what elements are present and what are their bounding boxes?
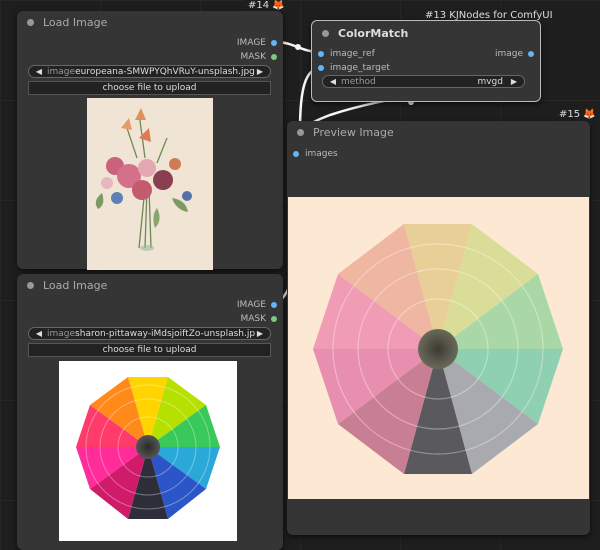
input-images[interactable]: images bbox=[293, 149, 338, 159]
combo-value: sharon-pittaway-iMdsjoiftZo-unsplash.jpg bbox=[75, 328, 255, 339]
input-label: image_target bbox=[330, 63, 390, 73]
collapse-dot-icon[interactable] bbox=[27, 18, 34, 26]
output-image[interactable]: image bbox=[495, 49, 534, 59]
arrow-left-icon[interactable]: ◀ bbox=[34, 329, 44, 338]
collapse-dot-icon[interactable] bbox=[322, 29, 329, 37]
colormatch-node[interactable]: ColorMatch image_ref image_target image … bbox=[311, 20, 541, 102]
node-header[interactable]: Load Image bbox=[17, 11, 283, 33]
input-image-ref[interactable]: image_ref bbox=[318, 49, 375, 59]
collapse-dot-icon[interactable] bbox=[297, 128, 304, 136]
output-socket[interactable] bbox=[271, 302, 277, 308]
image-combo[interactable]: ◀ image sharon-pittaway-iMdsjoiftZo-unsp… bbox=[28, 327, 271, 340]
node-header[interactable]: ColorMatch bbox=[312, 21, 540, 45]
node-header[interactable]: Load Image bbox=[17, 274, 283, 296]
arrow-right-icon[interactable]: ▶ bbox=[255, 67, 265, 76]
input-socket[interactable] bbox=[318, 51, 324, 57]
load-image-node-1[interactable]: Load Image IMAGE MASK ◀ image europeana-… bbox=[17, 11, 283, 270]
method-combo[interactable]: ◀ method mvgd ▶ bbox=[322, 75, 525, 88]
image-preview bbox=[59, 361, 237, 541]
combo-label: image bbox=[47, 66, 76, 77]
collapse-dot-icon[interactable] bbox=[27, 281, 34, 289]
node-id-badge: #15 🦊 bbox=[555, 109, 600, 121]
output-socket[interactable] bbox=[271, 54, 277, 60]
preview-image-node[interactable]: Preview Image images bbox=[287, 121, 590, 535]
combo-value: mvgd bbox=[477, 76, 503, 87]
output-mask[interactable]: MASK bbox=[240, 314, 277, 324]
output-label: MASK bbox=[240, 52, 266, 62]
fox-icon: 🦊 bbox=[272, 0, 285, 11]
arrow-left-icon[interactable]: ◀ bbox=[34, 67, 44, 76]
fox-icon: 🦊 bbox=[583, 109, 596, 120]
node-title: Load Image bbox=[43, 15, 108, 29]
input-image-target[interactable]: image_target bbox=[318, 63, 390, 73]
output-socket[interactable] bbox=[271, 316, 277, 322]
input-socket[interactable] bbox=[318, 65, 324, 71]
input-label: image_ref bbox=[330, 49, 375, 59]
image-preview bbox=[87, 98, 213, 270]
output-socket[interactable] bbox=[271, 40, 277, 46]
input-label: images bbox=[305, 149, 338, 159]
node-title: ColorMatch bbox=[338, 26, 409, 40]
load-image-node-2[interactable]: Load Image IMAGE MASK ◀ image sharon-pit… bbox=[17, 274, 283, 550]
node-header[interactable]: Preview Image bbox=[287, 121, 590, 143]
arrow-right-icon[interactable]: ▶ bbox=[509, 77, 519, 86]
arrow-right-icon[interactable]: ▶ bbox=[255, 329, 265, 338]
combo-label: method bbox=[341, 76, 376, 87]
combo-value: europeana-SMWPYQhVRuY-unsplash.jpg bbox=[75, 66, 255, 77]
combo-label: image bbox=[47, 328, 76, 339]
output-image[interactable]: IMAGE bbox=[237, 300, 277, 310]
node-title: Preview Image bbox=[313, 125, 394, 139]
output-mask[interactable]: MASK bbox=[240, 52, 277, 62]
output-label: IMAGE bbox=[236, 300, 266, 310]
upload-button[interactable]: choose file to upload bbox=[28, 343, 271, 357]
output-image[interactable]: IMAGE bbox=[237, 38, 277, 48]
upload-button[interactable]: choose file to upload bbox=[28, 81, 271, 95]
output-label: MASK bbox=[240, 314, 266, 324]
output-label: IMAGE bbox=[236, 38, 266, 48]
output-label: image bbox=[494, 49, 523, 59]
image-combo[interactable]: ◀ image europeana-SMWPYQhVRuY-unsplash.j… bbox=[28, 65, 271, 78]
arrow-left-icon[interactable]: ◀ bbox=[328, 77, 338, 86]
output-socket[interactable] bbox=[528, 51, 534, 57]
preview-output-image bbox=[288, 197, 589, 499]
node-title: Load Image bbox=[43, 278, 108, 292]
input-socket[interactable] bbox=[293, 151, 299, 157]
